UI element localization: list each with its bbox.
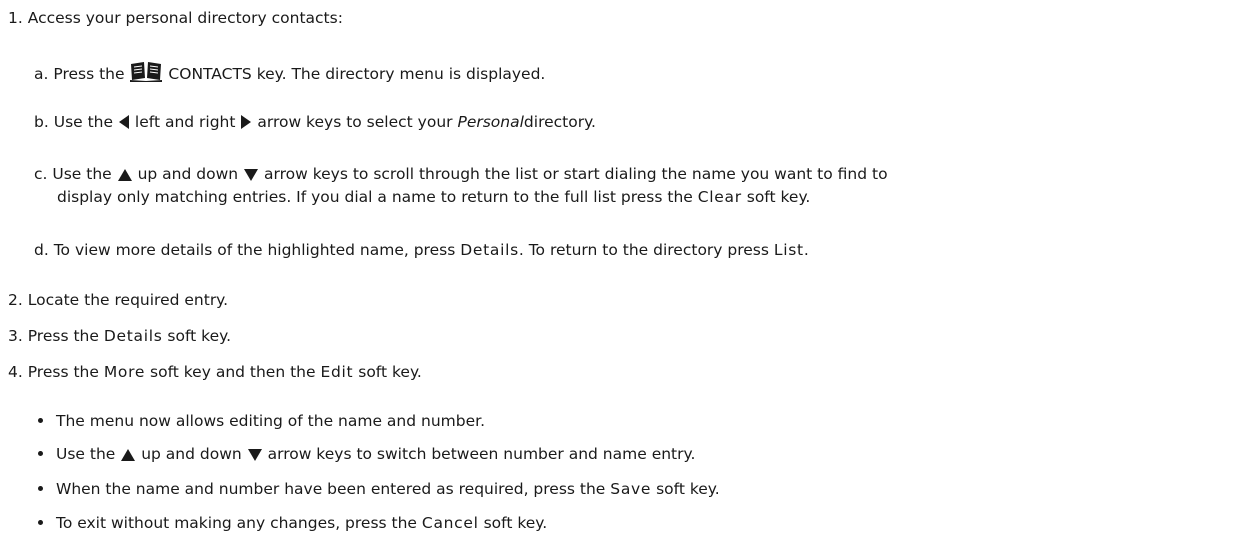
substep-text-post-a: arrow keys to select your bbox=[257, 113, 453, 131]
left-arrow-icon bbox=[118, 114, 130, 130]
substep-letter: c. bbox=[34, 165, 48, 183]
substep-c: c. Use the up and down arrow keys to scr… bbox=[34, 164, 888, 184]
step-number: 4. bbox=[8, 363, 23, 381]
step-text: Access your personal directory contacts: bbox=[27, 9, 343, 27]
substep-text-line2-post: soft key. bbox=[746, 188, 811, 206]
substep-letter: d. bbox=[34, 241, 49, 259]
up-arrow-icon bbox=[120, 448, 136, 462]
book-icon bbox=[129, 60, 163, 82]
step-2: 2. Locate the required entry. bbox=[8, 290, 228, 310]
cancel-softkey-label: Cancel bbox=[421, 514, 479, 532]
step-number: 2. bbox=[8, 291, 23, 309]
list-softkey-label: List bbox=[773, 241, 804, 259]
bullet-dot bbox=[38, 520, 43, 525]
substep-text-pre: Use the bbox=[53, 113, 114, 131]
substep-text-line2: display only matching entries. If you di… bbox=[57, 188, 693, 206]
bullet-item-2: Use the up and down arrow keys to switch… bbox=[56, 444, 695, 464]
personal-label: Personal bbox=[457, 113, 524, 131]
bullet-item-4: To exit without making any changes, pres… bbox=[56, 513, 547, 533]
step-text-mid: soft key and then the bbox=[150, 363, 316, 381]
bullet-item-1: The menu now allows editing of the name … bbox=[56, 411, 485, 431]
step-text-pre: Press the bbox=[27, 363, 99, 381]
bullet-text-post: arrow keys to switch between number and … bbox=[267, 445, 696, 463]
edit-softkey-label: Edit bbox=[320, 363, 354, 381]
substep-b: b. Use the left and right arrow keys to … bbox=[34, 112, 596, 132]
bullet-dot bbox=[38, 451, 43, 456]
substep-text-mid: up and down bbox=[137, 165, 239, 183]
down-arrow-icon bbox=[247, 448, 263, 462]
substep-letter: b. bbox=[34, 113, 49, 131]
substep-text-pre: Press the bbox=[53, 65, 125, 83]
substep-text-pre: To view more details of the highlighted … bbox=[53, 241, 456, 259]
bullet-text-post: soft key. bbox=[483, 514, 548, 532]
step-4: 4. Press the More soft key and then the … bbox=[8, 362, 422, 382]
bullet-dot bbox=[38, 486, 43, 491]
substep-text-post: . bbox=[803, 241, 809, 259]
bullet-text-pre: When the name and number have been enter… bbox=[56, 480, 606, 498]
down-arrow-icon bbox=[243, 168, 259, 182]
bullet-item-3: When the name and number have been enter… bbox=[56, 479, 720, 499]
up-arrow-icon bbox=[117, 168, 133, 182]
more-softkey-label: More bbox=[103, 363, 146, 381]
step-text-post: soft key. bbox=[358, 363, 422, 381]
bullet-text-post: soft key. bbox=[656, 480, 720, 498]
bullet-text-pre: To exit without making any changes, pres… bbox=[56, 514, 417, 532]
step-number: 3. bbox=[8, 327, 23, 345]
substep-text-pre: Use the bbox=[52, 165, 112, 183]
clear-softkey-label: Clear bbox=[697, 188, 742, 206]
step-text-pre: Press the bbox=[27, 327, 99, 345]
step-1: 1. Access your personal directory contac… bbox=[8, 8, 343, 28]
step-3: 3. Press the Details soft key. bbox=[8, 326, 231, 346]
step-number: 1. bbox=[8, 9, 23, 27]
substep-letter: a. bbox=[34, 65, 49, 83]
substep-text-post-b: directory. bbox=[523, 113, 596, 131]
step-text-post: soft key. bbox=[167, 327, 232, 345]
substep-d: d. To view more details of the highlight… bbox=[34, 240, 809, 260]
substep-text-mid: . To return to the directory press bbox=[518, 241, 769, 259]
bullet-dot bbox=[38, 418, 43, 423]
details-softkey-label: Details bbox=[460, 241, 519, 259]
substep-text-post: arrow keys to scroll through the list or… bbox=[263, 165, 888, 183]
save-softkey-label: Save bbox=[610, 480, 652, 498]
bullet-text-mid: up and down bbox=[141, 445, 242, 463]
substep-text-post: CONTACTS key. The directory menu is disp… bbox=[168, 65, 546, 83]
substep-c-line2: display only matching entries. If you di… bbox=[57, 187, 810, 207]
substep-text-mid: left and right bbox=[134, 113, 236, 131]
bullet-text: The menu now allows editing of the name … bbox=[56, 412, 486, 430]
right-arrow-icon bbox=[240, 114, 252, 130]
step-text: Locate the required entry. bbox=[27, 291, 229, 309]
bullet-text-pre: Use the bbox=[56, 445, 116, 463]
details-softkey-label: Details bbox=[103, 327, 163, 345]
substep-a: a. Press the CONTACTS key. The directory… bbox=[34, 60, 545, 84]
